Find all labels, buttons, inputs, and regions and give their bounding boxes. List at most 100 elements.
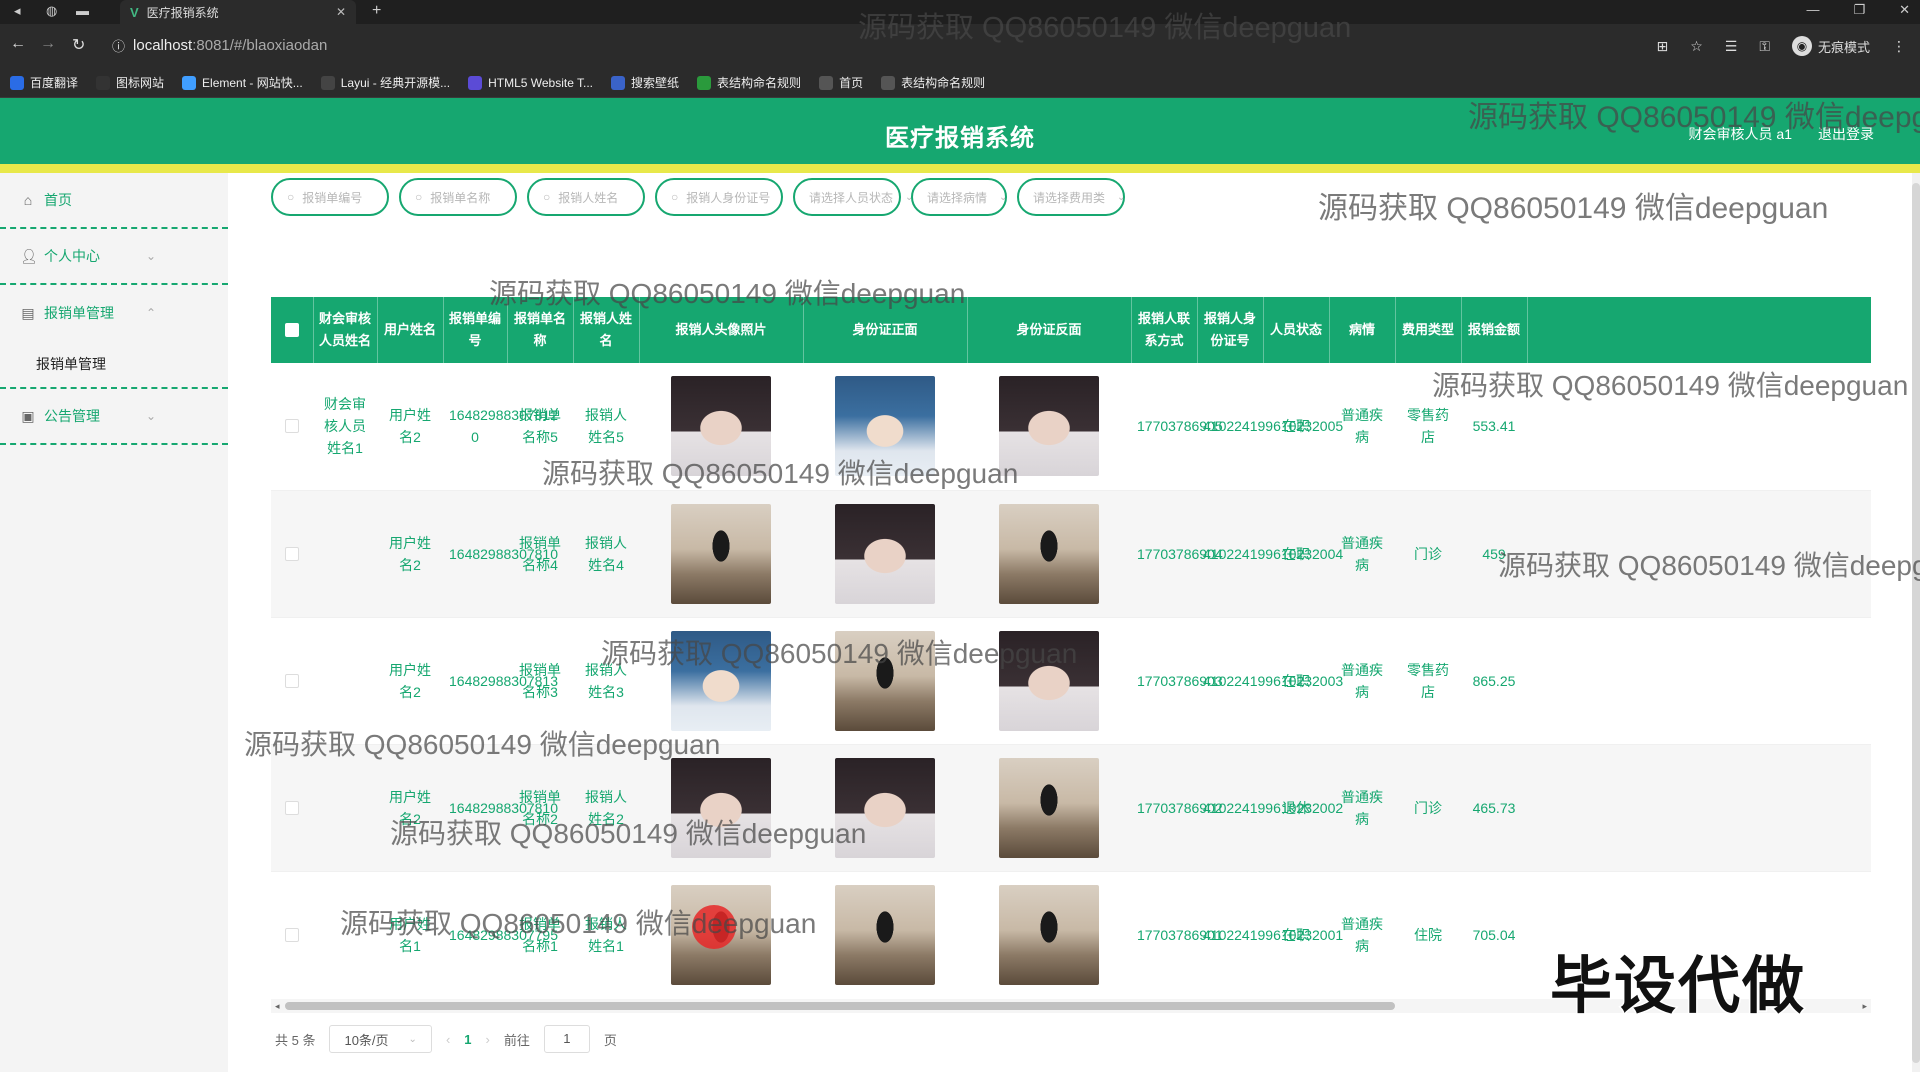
filter-field[interactable]: ○ 报销单编号 — [271, 178, 389, 216]
scroll-left-icon[interactable]: ◂ — [275, 999, 280, 1013]
reload-icon[interactable]: ↻ — [72, 35, 85, 55]
bookmark-item[interactable]: 搜索壁纸 — [611, 74, 679, 91]
globe-icon[interactable]: ◍ — [46, 3, 57, 19]
cell-idf — [803, 490, 967, 618]
page-size-select[interactable]: 10条/页 ⌄ — [329, 1025, 432, 1053]
id-front-photo[interactable] — [835, 884, 935, 985]
select-all-checkbox[interactable] — [284, 323, 299, 337]
table-row[interactable]: 用户姓名2 16482988307813 报销单名称3 报销人姓名3 177037869… — [271, 617, 1871, 745]
vue-logo-icon: V — [130, 4, 139, 20]
cell-code: 16482988307810 — [443, 490, 558, 618]
id-back-photo[interactable] — [999, 884, 1099, 985]
bookmark-item[interactable]: Element - 网站快... — [182, 74, 303, 91]
info-icon[interactable]: ⓘ — [112, 36, 125, 55]
logout-link[interactable]: 退出登录 — [1818, 124, 1874, 144]
row-select-cell[interactable] — [271, 363, 313, 491]
row-checkbox[interactable] — [285, 927, 299, 942]
incognito-indicator[interactable]: ◉ 无痕模式 — [1791, 36, 1870, 56]
cell-person: 报销人姓名4 — [573, 490, 639, 618]
minimize-icon[interactable]: — — [1806, 2, 1819, 18]
sidebar-item-reimburse[interactable]: ▤ 报销单管理 ⌃ — [0, 285, 228, 341]
scroll-right-icon[interactable]: ▸ — [1862, 999, 1867, 1013]
id-back-photo[interactable] — [999, 503, 1099, 604]
avatar-photo[interactable] — [671, 757, 771, 858]
goto-suffix: 页 — [603, 1032, 617, 1048]
row-select-cell[interactable] — [271, 617, 313, 745]
url-field[interactable]: ⓘ localhost:8081/#/blaoxiaodan — [112, 36, 327, 55]
bookmark-star-icon[interactable]: ☆ — [1690, 38, 1703, 55]
close-window-icon[interactable]: ✕ — [1899, 2, 1910, 18]
bookmark-item[interactable]: Layui - 经典开源模... — [320, 74, 450, 91]
current-page[interactable]: 1 — [464, 1032, 471, 1047]
filter-field[interactable]: ○ 报销人身份证号 — [655, 178, 783, 216]
app-title: 医疗报销系统 — [885, 125, 1035, 152]
avatar-photo[interactable] — [671, 376, 771, 477]
id-front-photo[interactable] — [835, 503, 935, 604]
bookmark-label: 首页 — [839, 76, 864, 90]
goto-prefix: 前往 — [503, 1032, 530, 1048]
id-front-photo[interactable] — [835, 630, 935, 731]
filter-field[interactable]: 请选择人员状态 ⌄ — [793, 178, 913, 216]
id-back-photo[interactable] — [999, 757, 1099, 858]
vertical-scrollbar[interactable] — [1912, 173, 1920, 1072]
cell-name: 报销单名称5 — [507, 363, 573, 491]
cell-amount: 865.25 — [1461, 617, 1527, 745]
filter-field[interactable]: 请选择费用类 ⌄ — [1017, 178, 1125, 216]
horizontal-scroll-thumb[interactable] — [285, 1002, 1395, 1010]
filter-field[interactable]: ○ 报销单名称 — [399, 178, 517, 216]
avatar-photo[interactable] — [671, 503, 771, 604]
filter-field[interactable]: 请选择病情 ⌄ — [911, 178, 1007, 216]
tab-audio-icon[interactable]: ◂ — [14, 3, 21, 19]
forward-icon[interactable]: → — [40, 35, 56, 53]
tab-close-icon[interactable]: ✕ — [336, 5, 346, 19]
id-back-photo[interactable] — [999, 376, 1099, 477]
sidebar-item-notice[interactable]: ▣ 公告管理 ⌄ — [0, 389, 228, 445]
prev-page-icon[interactable]: ‹ — [446, 1032, 450, 1047]
browser-tab[interactable]: V 医疗报销系统 ✕ — [120, 0, 356, 24]
avatar-photo[interactable] — [671, 630, 771, 731]
id-back-photo[interactable] — [999, 630, 1099, 731]
bookmark-item[interactable]: HTML5 Website T... — [468, 75, 593, 90]
id-front-photo[interactable] — [835, 757, 935, 858]
window-icon[interactable]: ▬ — [76, 3, 89, 18]
vertical-scroll-thumb[interactable] — [1912, 183, 1920, 1063]
row-select-cell[interactable] — [271, 490, 313, 618]
goto-page-input[interactable]: 1 — [543, 1025, 590, 1053]
row-checkbox[interactable] — [285, 673, 299, 688]
sidebar-subitem-reimburse[interactable]: 报销单管理 — [0, 341, 228, 389]
table-row[interactable]: 用户姓名2 16482988307810 报销单名称2 报销人姓名2 177037869… — [271, 744, 1871, 872]
id-front-photo[interactable] — [835, 376, 935, 477]
filter-placeholder: 报销单编号 — [302, 190, 363, 205]
cell-ftype: 住院 — [1395, 871, 1461, 985]
sidebar-item-personal[interactable]: 👤︎ 个人中心 ⌄ — [0, 229, 228, 285]
row-checkbox[interactable] — [285, 546, 299, 561]
cell-photo — [639, 617, 803, 745]
row-checkbox[interactable] — [285, 800, 299, 815]
bookmark-item[interactable]: 首页 — [819, 74, 863, 91]
cell-amount: 465.73 — [1461, 744, 1527, 872]
translate-icon[interactable]: ⊞ — [1656, 38, 1668, 55]
row-select-cell[interactable] — [271, 744, 313, 872]
back-icon[interactable]: ← — [10, 35, 26, 53]
bookmark-favicon-icon — [819, 75, 834, 90]
search-icon: ○ — [415, 190, 423, 204]
screen: ◂ ◍ ▬ V 医疗报销系统 ✕ + — ❐ ✕ ← → ↻ ⓘ localho… — [0, 0, 1920, 1072]
restore-icon[interactable]: ❐ — [1853, 2, 1865, 18]
bookmark-item[interactable]: 百度翻译 — [10, 74, 78, 91]
sidebar-item-home[interactable]: ⌂ 首页 — [0, 173, 228, 229]
row-checkbox[interactable] — [285, 419, 299, 434]
bookmark-item[interactable]: 表结构命名规则 — [697, 74, 801, 91]
table-row[interactable]: 用户姓名2 16482988307810 报销单名称4 报销人姓名4 177037869… — [271, 490, 1871, 618]
filter-field[interactable]: ○ 报销人姓名 — [527, 178, 645, 216]
new-tab-button[interactable]: + — [372, 2, 381, 20]
select-all-header[interactable] — [271, 297, 314, 363]
bookmark-item[interactable]: 表结构命名规则 — [881, 74, 985, 91]
row-select-cell[interactable] — [271, 871, 313, 985]
column-header: 报销单编号 — [443, 297, 508, 363]
bookmark-item[interactable]: 图标网站 — [96, 74, 164, 91]
table-row[interactable]: 财会审核人员姓名1 用户姓名2 16482988307812 0 报销单名称5 报销人姓… — [271, 363, 1871, 491]
next-page-icon[interactable]: › — [486, 1032, 490, 1047]
menu-icon[interactable]: ⋮ — [1892, 38, 1906, 55]
reading-list-icon[interactable]: ☰ — [1725, 38, 1738, 55]
key-icon[interactable]: ⚿ — [1759, 38, 1770, 55]
